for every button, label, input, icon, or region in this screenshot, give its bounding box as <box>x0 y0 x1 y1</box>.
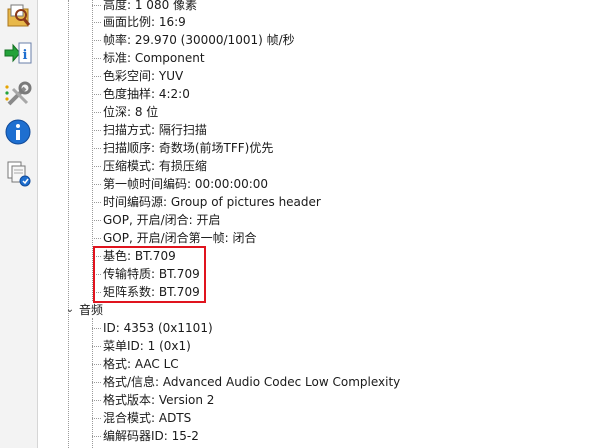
tree-item-text: 扫描方式: 隔行扫描 <box>103 123 207 137</box>
sheet-view-icon[interactable] <box>2 156 34 190</box>
tree-item: 第一帧时间编码: 00:00:00:00 <box>92 175 269 193</box>
tree-item: 位深: 8 位 <box>92 103 159 121</box>
tree-item-text: 格式版本: Version 2 <box>103 393 215 407</box>
tree-item-text: 格式: AAC LC <box>103 357 179 371</box>
tree-item-text: 时间编码源: Group of pictures header <box>103 195 321 209</box>
tree-item-text: 色彩空间: YUV <box>103 69 184 83</box>
tree-item: 色彩空间: YUV <box>92 67 184 85</box>
tree-item: 标准: Component <box>92 49 205 67</box>
tree-item-text: 格式/信息: Advanced Audio Codec Low Complexi… <box>103 375 401 389</box>
tree-item: 格式版本: Version 2 <box>92 391 215 409</box>
tree-section-audio[interactable]: 音频 <box>79 301 103 319</box>
tree-item-text: GOP, 开启/闭合第一帧: 闭合 <box>103 231 257 245</box>
about-icon[interactable] <box>2 115 34 149</box>
tree-item: 高度: 1 080 像素 <box>92 0 198 14</box>
tree-guide-line-root <box>68 0 69 448</box>
tree-item-text: ID: 4353 (0x1101) <box>103 321 213 335</box>
tree-guide-line-audio <box>92 318 93 448</box>
tree-item-text: 帧率: 29.970 (30000/1001) 帧/秒 <box>103 33 295 47</box>
tree-item-text: 第一帧时间编码: 00:00:00:00 <box>103 177 269 191</box>
tree-item: ID: 4353 (0x1101) <box>92 319 213 337</box>
tree-item-text: GOP, 开启/闭合: 开启 <box>103 213 221 227</box>
export-info-icon[interactable]: i <box>2 36 34 70</box>
info-tree: 高度: 1 080 像素 画面比例: 16:9 帧率: 29.970 (3000… <box>37 0 610 448</box>
toolbar-sidebar: i <box>0 0 38 448</box>
chevron-down-icon[interactable]: ⌄ <box>65 301 75 319</box>
tree-item: 菜单ID: 1 (0x1) <box>92 337 191 355</box>
highlight-box <box>93 246 206 303</box>
tree-item-text: 色度抽样: 4:2:0 <box>103 87 190 101</box>
tree-item: 压缩模式: 有损压缩 <box>92 157 207 175</box>
tree-item-text: 画面比例: 16:9 <box>103 15 186 29</box>
tree-section-label: 音频 <box>79 303 104 317</box>
tree-item: 格式/信息: Advanced Audio Codec Low Complexi… <box>92 373 401 391</box>
tree-item-text: 位深: 8 位 <box>103 105 159 119</box>
tree-item-text: 标准: Component <box>103 51 205 65</box>
tree-item: 时间编码源: Group of pictures header <box>92 193 321 211</box>
tree-item: 混合模式: ADTS <box>92 409 192 427</box>
tree-item: GOP, 开启/闭合第一帧: 闭合 <box>92 229 257 247</box>
tree-item: 画面比例: 16:9 <box>92 13 186 31</box>
tree-item: 色度抽样: 4:2:0 <box>92 85 190 103</box>
tree-item: 帧率: 29.970 (30000/1001) 帧/秒 <box>92 31 295 49</box>
tree-item-text: 编解码器ID: 15-2 <box>103 429 199 443</box>
tree-item: 扫描顺序: 奇数场(前场TFF)优先 <box>92 139 274 157</box>
svg-text:i: i <box>23 48 28 63</box>
preferences-icon[interactable] <box>2 77 34 111</box>
tree-item: 编解码器ID: 15-2 <box>92 427 199 445</box>
tree-item-text: 扫描顺序: 奇数场(前场TFF)优先 <box>103 141 274 155</box>
open-file-icon[interactable] <box>2 0 34 32</box>
tree-item: GOP, 开启/闭合: 开启 <box>92 211 221 229</box>
tree-item: 格式: AAC LC <box>92 355 179 373</box>
tree-item-text: 压缩模式: 有损压缩 <box>103 159 207 173</box>
tree-item: 扫描方式: 隔行扫描 <box>92 121 207 139</box>
tree-item-text: 混合模式: ADTS <box>103 411 192 425</box>
tree-item-text: 菜单ID: 1 (0x1) <box>103 339 191 353</box>
tree-item-text: 高度: 1 080 像素 <box>103 0 198 12</box>
